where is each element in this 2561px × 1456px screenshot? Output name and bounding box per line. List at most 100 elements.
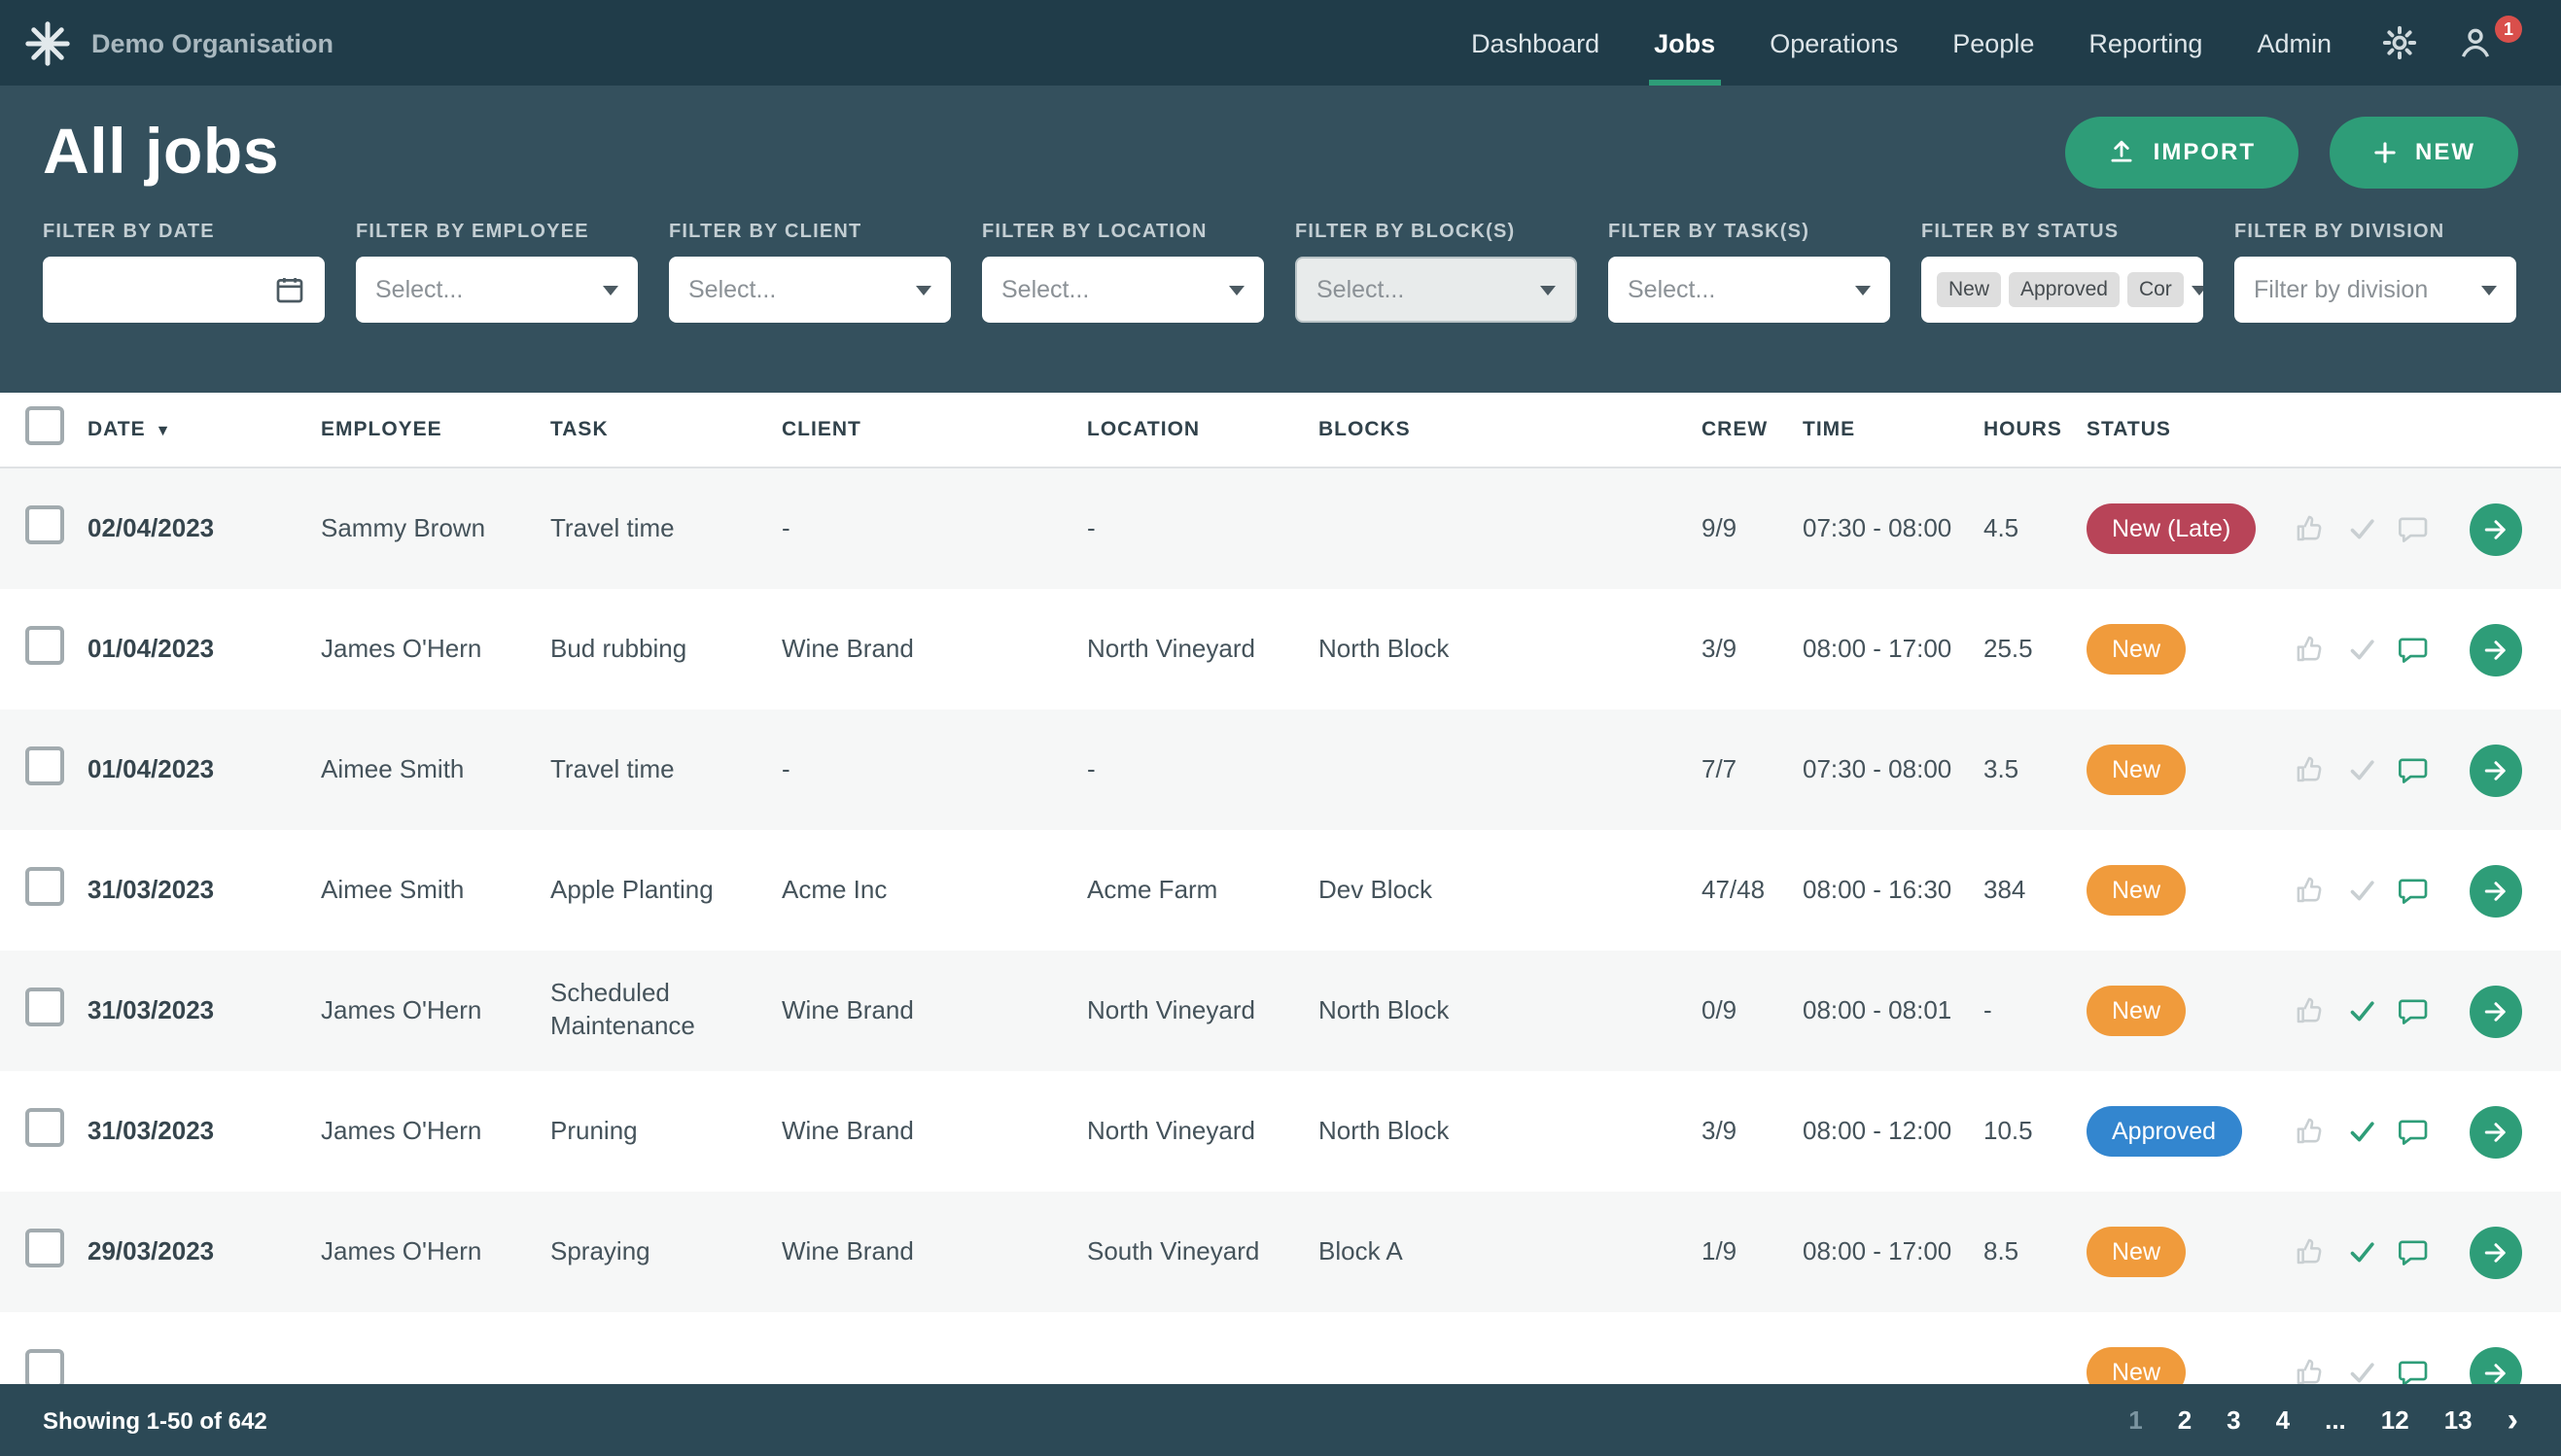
col-status[interactable]: STATUS: [2087, 418, 2295, 441]
notification-badge[interactable]: 1: [2495, 16, 2522, 43]
comment-icon[interactable]: [2399, 873, 2429, 908]
comment-icon[interactable]: [2399, 1234, 2429, 1269]
import-button[interactable]: IMPORT: [2066, 116, 2298, 188]
location-filter-select[interactable]: Select...: [982, 257, 1264, 323]
row-checkbox[interactable]: [25, 1107, 64, 1146]
row-checkbox[interactable]: [25, 745, 64, 784]
settings-gear-icon[interactable]: [2359, 0, 2440, 86]
row-checkbox[interactable]: [25, 625, 64, 664]
thumbs-up-icon[interactable]: [2295, 993, 2325, 1028]
check-icon[interactable]: [2346, 632, 2376, 667]
page-number[interactable]: ...: [2325, 1405, 2346, 1435]
status-chip-approved[interactable]: Approved: [2009, 272, 2120, 307]
check-icon[interactable]: [2346, 511, 2376, 546]
comment-icon[interactable]: [2399, 632, 2429, 667]
filter-date-label: FILTER BY DATE: [43, 222, 325, 243]
next-page-chevron[interactable]: ›: [2508, 1404, 2518, 1437]
user-account-button[interactable]: 1: [2440, 0, 2526, 86]
select-all-checkbox[interactable]: [25, 405, 64, 444]
cell-client: Wine Brand: [782, 1235, 1087, 1268]
nav-item[interactable]: Operations: [1742, 0, 1925, 86]
row-checkbox[interactable]: [25, 1348, 64, 1387]
nav-item[interactable]: Jobs: [1627, 0, 1742, 86]
page-number[interactable]: 2: [2178, 1405, 2192, 1435]
table-row: 31/03/2023 James O'Hern Scheduled Mainte…: [0, 951, 2561, 1071]
row-checkbox[interactable]: [25, 504, 64, 543]
check-icon[interactable]: [2346, 1114, 2376, 1149]
blocks-filter-select[interactable]: Select...: [1295, 257, 1577, 323]
thumbs-up-icon[interactable]: [2295, 1114, 2325, 1149]
open-job-button[interactable]: [2470, 864, 2522, 917]
col-client[interactable]: CLIENT: [782, 418, 1087, 441]
chevron-down-icon: [603, 285, 618, 295]
check-icon[interactable]: [2346, 873, 2376, 908]
status-badge: New: [2087, 986, 2186, 1037]
page-title: All jobs: [43, 113, 279, 191]
upload-icon: [2109, 138, 2136, 165]
new-button[interactable]: NEW: [2330, 116, 2518, 188]
cell-location: North Vineyard: [1087, 633, 1318, 666]
open-job-button[interactable]: [2470, 1226, 2522, 1278]
thumbs-up-icon[interactable]: [2295, 511, 2325, 546]
page-number[interactable]: 12: [2381, 1405, 2409, 1435]
status-chip-new[interactable]: New: [1937, 272, 2001, 307]
col-hours[interactable]: HOURS: [1983, 418, 2087, 441]
thumbs-up-icon[interactable]: [2295, 752, 2325, 787]
open-job-button[interactable]: [2470, 503, 2522, 555]
col-time[interactable]: TIME: [1803, 418, 1983, 441]
calendar-icon[interactable]: [274, 274, 305, 305]
col-date[interactable]: DATE▼: [88, 418, 321, 441]
nav-item-label: Reporting: [2088, 28, 2202, 57]
row-checkbox[interactable]: [25, 987, 64, 1025]
cell-date: 29/03/2023: [88, 1235, 321, 1268]
comment-icon[interactable]: [2399, 993, 2429, 1028]
status-chip-truncated[interactable]: Cor: [2127, 272, 2184, 307]
open-job-button[interactable]: [2470, 623, 2522, 676]
col-crew[interactable]: CREW: [1701, 418, 1803, 441]
col-location[interactable]: LOCATION: [1087, 418, 1318, 441]
row-checkbox[interactable]: [25, 866, 64, 905]
nav-item[interactable]: Reporting: [2061, 0, 2229, 86]
check-icon[interactable]: [2346, 993, 2376, 1028]
nav-item[interactable]: Dashboard: [1444, 0, 1627, 86]
col-task[interactable]: TASK: [550, 418, 782, 441]
row-actions: [2295, 744, 2561, 796]
page-number[interactable]: 1: [2128, 1405, 2142, 1435]
comment-icon[interactable]: [2399, 511, 2429, 546]
comment-icon[interactable]: [2399, 1114, 2429, 1149]
col-date-label: DATE: [88, 418, 146, 441]
status-badge: New: [2087, 865, 2186, 917]
nav-item[interactable]: People: [1925, 0, 2061, 86]
filter-division-label: FILTER BY DIVISION: [2234, 222, 2516, 243]
thumbs-up-icon[interactable]: [2295, 632, 2325, 667]
col-blocks[interactable]: BLOCKS: [1318, 418, 1701, 441]
employee-filter-select[interactable]: Select...: [356, 257, 638, 323]
division-filter-select[interactable]: Filter by division: [2234, 257, 2516, 323]
client-filter-placeholder: Select...: [688, 276, 776, 303]
check-icon[interactable]: [2346, 1234, 2376, 1269]
nav-item[interactable]: Admin: [2229, 0, 2359, 86]
brand[interactable]: Demo Organisation: [23, 0, 333, 86]
chevron-down-icon: [916, 285, 931, 295]
nav-item-label: Admin: [2257, 28, 2332, 57]
status-filter-select[interactable]: New Approved Cor: [1921, 257, 2203, 323]
open-job-button[interactable]: [2470, 985, 2522, 1037]
row-checkbox[interactable]: [25, 1228, 64, 1266]
thumbs-up-icon[interactable]: [2295, 1234, 2325, 1269]
page-number[interactable]: 13: [2444, 1405, 2473, 1435]
check-icon[interactable]: [2346, 752, 2376, 787]
page-number[interactable]: 3: [2227, 1405, 2240, 1435]
comment-icon[interactable]: [2399, 752, 2429, 787]
tasks-filter-select[interactable]: Select...: [1608, 257, 1890, 323]
page-number[interactable]: 4: [2276, 1405, 2290, 1435]
thumbs-up-icon[interactable]: [2295, 873, 2325, 908]
date-filter-input[interactable]: [62, 257, 263, 323]
arrow-right-icon: [2481, 1117, 2510, 1146]
table-row: 01/04/2023 James O'Hern Bud rubbing Wine…: [0, 589, 2561, 710]
col-employee[interactable]: EMPLOYEE: [321, 418, 550, 441]
open-job-button[interactable]: [2470, 1105, 2522, 1158]
app-root: Demo Organisation Dashboard Jobs Operati…: [0, 0, 2561, 1456]
open-job-button[interactable]: [2470, 744, 2522, 796]
client-filter-select[interactable]: Select...: [669, 257, 951, 323]
row-actions: [2295, 1105, 2561, 1158]
